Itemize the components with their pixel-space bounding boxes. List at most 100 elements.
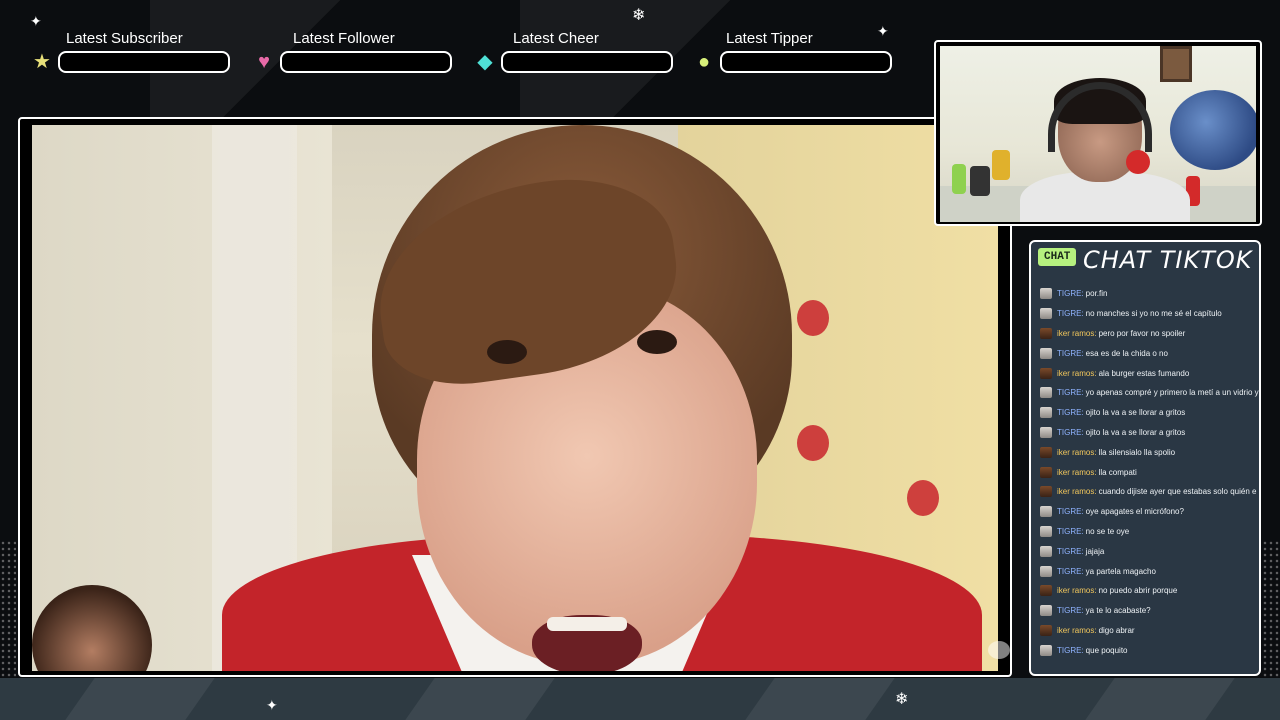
chat-message: iker ramos: lla compati: [1040, 462, 1262, 482]
chat-panel: CHAT CHAT TIKTOK TIGRE: por.fin TIGRE: no m…: [1029, 240, 1261, 676]
user-avatar-icon: [1040, 288, 1052, 300]
chat-message: iker ramos: pero por favor no spoiler: [1040, 324, 1262, 344]
user-avatar-icon: [1040, 486, 1052, 498]
chat-message: iker ramos: ala burger estas fumando: [1040, 363, 1262, 383]
user-avatar-icon: [1040, 525, 1052, 537]
alert-label: Latest Tipper: [726, 30, 813, 47]
toy-figure: [952, 164, 966, 194]
apple-decoration: [907, 480, 939, 516]
toy-figure: [992, 150, 1010, 180]
chat-title: CHAT TIKTOK: [1083, 246, 1253, 274]
webcam-video: [940, 46, 1256, 222]
alert-value-bar: [58, 51, 230, 73]
chat-message: TIGRE: oye apagates el micrófono?: [1040, 502, 1262, 522]
user-avatar-icon: [1040, 644, 1052, 656]
chat-message: TIGRE: yo apenas compré y primero la metí…: [1040, 383, 1262, 403]
user-avatar-icon: [1040, 506, 1052, 518]
chat-text: oye apagates el micrófono?: [1085, 507, 1184, 517]
chat-username: TIGRE:: [1057, 546, 1084, 556]
chat-username: TIGRE:: [1057, 408, 1084, 418]
user-avatar-icon: [1040, 585, 1052, 597]
chat-username: iker ramos:: [1057, 328, 1097, 338]
gem-icon: ◆: [477, 51, 493, 73]
chat-text: que poquito: [1085, 645, 1128, 655]
apple-decoration: [797, 300, 829, 336]
chat-username: TIGRE:: [1057, 348, 1084, 358]
user-avatar-icon: [1040, 565, 1052, 577]
sparkle-icon: ✦: [266, 697, 278, 713]
wall-picture: [1160, 46, 1192, 82]
chat-username: TIGRE:: [1057, 507, 1084, 517]
chat-text: esa es de la chida o no: [1085, 348, 1168, 358]
chat-username: iker ramos:: [1057, 467, 1097, 477]
chat-badge: CHAT: [1038, 248, 1077, 266]
chat-text: cuando dijiste ayer que estabas solo qui…: [1098, 487, 1257, 497]
chat-text: lla compati: [1098, 467, 1137, 477]
alert-value-bar: [720, 51, 892, 73]
dotted-pattern: [0, 540, 16, 680]
chat-text: ojito la va a se llorar a gritos: [1085, 408, 1186, 418]
chat-username: TIGRE:: [1057, 309, 1084, 319]
webcam-frame: [934, 40, 1262, 226]
dotted-pattern: [1262, 540, 1280, 680]
chat-username: iker ramos:: [1057, 586, 1097, 596]
user-avatar-icon: [1040, 466, 1052, 478]
main-video: [32, 125, 998, 671]
alert-value-bar: [280, 51, 452, 73]
chat-text: no manches si yo no me sé el capítulo: [1085, 309, 1222, 319]
apple-decoration: [797, 425, 829, 461]
chat-username: iker ramos:: [1057, 487, 1097, 497]
chat-text: yo apenas compré y primero la metí a un …: [1085, 388, 1259, 398]
chat-message: iker ramos: cuando dijiste ayer que estab…: [1040, 482, 1262, 502]
alert-latest-subscriber: ★ Latest Subscriber: [32, 30, 232, 74]
chat-message: iker ramos: digo abrar: [1040, 621, 1262, 641]
chat-message: TIGRE: ojito la va a se llorar a gritos: [1040, 403, 1262, 423]
chat-text: no se te oye: [1085, 526, 1130, 536]
alert-label: Latest Follower: [293, 30, 395, 47]
chat-username: iker ramos:: [1057, 447, 1097, 457]
user-avatar-icon: [1040, 605, 1052, 617]
chat-username: TIGRE:: [1057, 566, 1084, 576]
chat-message: TIGRE: no manches si yo no me sé el capít…: [1040, 304, 1262, 324]
sparkle-icon: ✦: [30, 13, 42, 29]
chat-message: TIGRE: que poquito: [1040, 640, 1262, 660]
chat-message: TIGRE: ya partela magacho: [1040, 561, 1262, 581]
user-avatar-icon: [1040, 426, 1052, 438]
chat-text: ojito la va a se llorar a gritos: [1085, 427, 1186, 437]
chat-message: TIGRE: no se te oye: [1040, 522, 1262, 542]
alert-label: Latest Cheer: [513, 30, 599, 47]
coin-icon: ●: [697, 51, 711, 73]
user-avatar-icon: [1040, 545, 1052, 557]
chat-message: iker ramos: no puedo abrir porque: [1040, 581, 1262, 601]
chat-message: TIGRE: esa es de la chida o no: [1040, 343, 1262, 363]
chat-text: lla silensialo lla spolio: [1098, 447, 1176, 457]
chat-username: TIGRE:: [1057, 526, 1084, 536]
alert-label: Latest Subscriber: [66, 30, 183, 47]
boy-teeth: [547, 617, 627, 631]
toy-figure: [970, 166, 990, 196]
chat-text: pero por favor no spoiler: [1098, 328, 1186, 338]
user-avatar-icon: [1040, 367, 1052, 379]
chat-text: no puedo abrir porque: [1098, 586, 1178, 596]
chat-message: TIGRE: por.fin: [1040, 284, 1262, 304]
chat-username: TIGRE:: [1057, 289, 1084, 299]
user-avatar-icon: [1040, 327, 1052, 339]
chat-text: ya te lo acabaste?: [1085, 606, 1151, 616]
chat-text: ala burger estas fumando: [1098, 368, 1190, 378]
chat-text: ya partela magacho: [1085, 566, 1156, 576]
chat-message: TIGRE: ya te lo acabaste?: [1040, 601, 1262, 621]
chat-message-list: TIGRE: por.fin TIGRE: no manches si yo no m…: [1040, 284, 1262, 660]
user-avatar-icon: [1040, 347, 1052, 359]
main-video-frame: [18, 117, 1012, 677]
chat-username: TIGRE:: [1057, 388, 1084, 398]
chat-username: TIGRE:: [1057, 427, 1084, 437]
heart-icon: ♥: [258, 51, 270, 73]
chat-message: iker ramos: lla silensialo lla spolio: [1040, 442, 1262, 462]
boy-eye: [487, 340, 527, 364]
user-avatar-icon: [1040, 407, 1052, 419]
alert-value-bar: [501, 51, 673, 73]
chat-username: iker ramos:: [1057, 625, 1097, 635]
alert-latest-tipper: ● Latest Tipper: [694, 30, 894, 74]
chat-username: TIGRE:: [1057, 645, 1084, 655]
sparkle-icon: ❄: [895, 691, 909, 708]
